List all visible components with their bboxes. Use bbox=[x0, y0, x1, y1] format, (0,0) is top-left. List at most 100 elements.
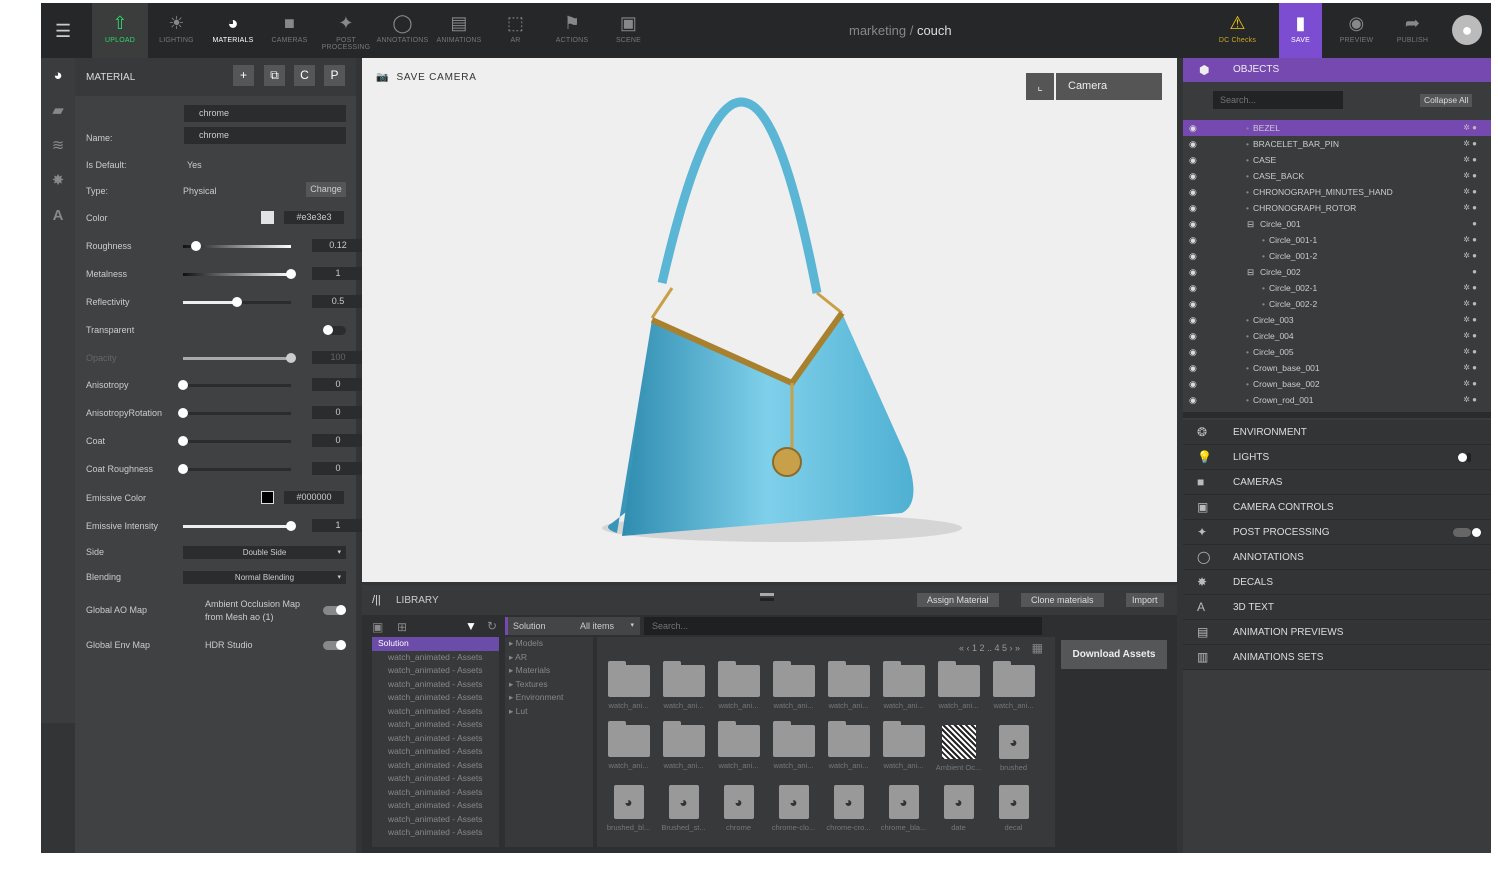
tree-item[interactable]: watch_animated - Assets bbox=[372, 691, 499, 705]
eye-icon[interactable]: ◉ bbox=[1189, 376, 1197, 392]
eye-icon[interactable]: ◉ bbox=[1189, 328, 1197, 344]
section-animations-sets[interactable]: ▥ ANIMATIONS SETS bbox=[1183, 645, 1491, 670]
reflectivity-slider[interactable] bbox=[183, 297, 291, 307]
slider-knob[interactable] bbox=[286, 269, 296, 279]
object-actions-icon[interactable]: ✲ ● bbox=[1463, 248, 1477, 264]
asset-item[interactable]: ◕ chrome bbox=[711, 785, 766, 832]
tool-lighting[interactable]: ☀ LIGHTING bbox=[149, 3, 205, 58]
tool-cameras[interactable]: ■ CAMERAS bbox=[262, 3, 318, 58]
object-actions-icon[interactable]: ✲ ● bbox=[1463, 168, 1477, 184]
menu-icon[interactable]: ☰ bbox=[55, 21, 71, 42]
tool-publish[interactable]: ➦ PUBLISH bbox=[1391, 3, 1434, 58]
assign-material-button[interactable]: Assign Material bbox=[917, 593, 999, 607]
object-row[interactable]: ◉ Circle_001-1 • ✲ ● bbox=[1183, 232, 1491, 248]
eye-icon[interactable]: ◉ bbox=[1189, 264, 1197, 280]
refresh-icon[interactable]: ↻ bbox=[487, 619, 497, 633]
category-textures[interactable]: ▸ Textures bbox=[505, 678, 593, 692]
paste-material-button[interactable]: P bbox=[324, 65, 345, 86]
panel-resize-handle[interactable] bbox=[760, 593, 774, 601]
object-actions-icon[interactable]: ✲ ● bbox=[1463, 184, 1477, 200]
object-row[interactable]: ◉ Crown_rod_001 • ✲ ● bbox=[1183, 392, 1491, 408]
side-select[interactable]: Double Side bbox=[183, 546, 346, 559]
reflectivity-value[interactable]: 0.5 bbox=[312, 295, 364, 308]
object-row[interactable]: ◉ Circle_003 • ✲ ● bbox=[1183, 312, 1491, 328]
object-row[interactable]: ◉ Crown_base_001 • ✲ ● bbox=[1183, 360, 1491, 376]
tree-item[interactable]: watch_animated - Assets bbox=[372, 745, 499, 759]
object-actions-icon[interactable]: ✲ ● bbox=[1463, 232, 1477, 248]
asset-item[interactable]: watch_ani... bbox=[986, 661, 1041, 710]
slider-knob[interactable] bbox=[178, 436, 188, 446]
slider-knob[interactable] bbox=[178, 380, 188, 390]
lights-toggle[interactable] bbox=[1467, 453, 1471, 462]
tool-upload[interactable]: ⇧ UPLOAD bbox=[92, 3, 148, 58]
filter-items-select[interactable]: All items bbox=[580, 617, 614, 635]
folder-icon[interactable]: ▰ bbox=[41, 93, 75, 128]
asset-item[interactable]: ◕ chrome-clo... bbox=[766, 785, 821, 832]
object-row[interactable]: ◉ CHRONOGRAPH_MINUTES_HAND • ✲ ● bbox=[1183, 184, 1491, 200]
new-folder-icon[interactable]: ▣ bbox=[372, 620, 383, 634]
coat roughness-value[interactable]: 0 bbox=[312, 462, 364, 475]
object-actions-icon[interactable]: ✲ ● bbox=[1463, 360, 1477, 376]
object-row[interactable]: ◉ Circle_002-2 • ✲ ● bbox=[1183, 296, 1491, 312]
category-materials[interactable]: ▸ Materials bbox=[505, 664, 593, 678]
eye-icon[interactable]: ◉ bbox=[1189, 152, 1197, 168]
import-button[interactable]: Import bbox=[1126, 593, 1164, 607]
coat-value[interactable]: 0 bbox=[312, 434, 364, 447]
object-row[interactable]: ◉ Circle_004 • ✲ ● bbox=[1183, 328, 1491, 344]
object-actions-icon[interactable]: ✲ ● bbox=[1463, 344, 1477, 360]
layers-icon[interactable]: ≋ bbox=[41, 128, 75, 163]
asset-item[interactable]: watch_ani... bbox=[601, 661, 656, 710]
eye-icon[interactable]: ◉ bbox=[1189, 120, 1197, 136]
object-row[interactable]: ◉ Circle_001-2 • ✲ ● bbox=[1183, 248, 1491, 264]
object-actions-icon[interactable]: ✲ ● bbox=[1463, 280, 1477, 296]
emissive-color-input[interactable]: #000000 bbox=[284, 491, 344, 504]
asset-item[interactable]: ◕ chrome_bla... bbox=[876, 785, 931, 832]
tree-item[interactable]: watch_animated - Assets bbox=[372, 759, 499, 773]
eye-icon[interactable]: ◉ bbox=[1189, 360, 1197, 376]
anisotropy-slider[interactable] bbox=[178, 380, 291, 390]
color-hex-input[interactable]: #e3e3e3 bbox=[284, 211, 344, 224]
object-row[interactable]: ◉ Circle_002 ⊟ ● bbox=[1183, 264, 1491, 280]
tree-item-solution[interactable]: Solution bbox=[372, 637, 499, 651]
tree-item[interactable]: watch_animated - Assets bbox=[372, 732, 499, 746]
metalness-slider[interactable] bbox=[183, 269, 296, 279]
tool-post-processing[interactable]: ✦ POST PROCESSING bbox=[318, 3, 374, 58]
slider-knob[interactable] bbox=[178, 408, 188, 418]
emissive-intensity-value[interactable]: 1 bbox=[312, 519, 364, 532]
category-ar[interactable]: ▸ AR bbox=[505, 651, 593, 665]
eye-icon[interactable]: ◉ bbox=[1189, 136, 1197, 152]
category-lut[interactable]: ▸ Lut bbox=[505, 705, 593, 719]
object-row[interactable]: ◉ CASE • ✲ ● bbox=[1183, 152, 1491, 168]
download-assets-button[interactable]: Download Assets bbox=[1061, 640, 1167, 669]
metalness-value[interactable]: 1 bbox=[312, 267, 364, 280]
object-row[interactable]: ◉ BRACELET_BAR_PIN • ✲ ● bbox=[1183, 136, 1491, 152]
object-actions-icon[interactable]: ● bbox=[1472, 264, 1477, 280]
anisotropyrotation-slider[interactable] bbox=[178, 408, 291, 418]
object-actions-icon[interactable]: ✲ ● bbox=[1463, 312, 1477, 328]
tree-item[interactable]: watch_animated - Assets bbox=[372, 651, 499, 665]
object-actions-icon[interactable]: ● bbox=[1472, 216, 1477, 232]
transparent-toggle[interactable] bbox=[323, 325, 346, 335]
tool-save[interactable]: ▮ SAVE bbox=[1279, 3, 1322, 58]
asset-item[interactable]: watch_ani... bbox=[876, 661, 931, 710]
library-filter[interactable]: Solution All items ▾ bbox=[505, 617, 640, 635]
asset-item[interactable]: watch_ani... bbox=[711, 661, 766, 710]
object-row[interactable]: ◉ Crown_base_002 • ✲ ● bbox=[1183, 376, 1491, 392]
add-material-button[interactable]: + bbox=[233, 65, 254, 86]
category-environment[interactable]: ▸ Environment bbox=[505, 691, 593, 705]
opacity-slider[interactable] bbox=[183, 353, 296, 363]
duplicate-material-button[interactable]: ⧉ bbox=[264, 65, 285, 86]
section-animation-previews[interactable]: ▤ ANIMATION PREVIEWS bbox=[1183, 620, 1491, 645]
eye-icon[interactable]: ◉ bbox=[1189, 344, 1197, 360]
asset-item[interactable]: watch_ani... bbox=[821, 721, 876, 770]
asset-item[interactable]: watch_ani... bbox=[766, 721, 821, 770]
section-environment[interactable]: ❂ ENVIRONMENT bbox=[1183, 420, 1491, 445]
tree-item[interactable]: watch_animated - Assets bbox=[372, 813, 499, 827]
category-models[interactable]: ▸ Models bbox=[505, 637, 593, 651]
clone-materials-button[interactable]: Clone materials bbox=[1021, 593, 1104, 607]
grid-view-icon[interactable]: ▦ bbox=[1032, 641, 1043, 655]
coat roughness-slider[interactable] bbox=[178, 464, 291, 474]
copy-material-button[interactable]: C bbox=[294, 65, 315, 86]
section-post-processing[interactable]: ✦ POST PROCESSING bbox=[1183, 520, 1491, 545]
tool-preview[interactable]: ◉ PREVIEW bbox=[1335, 3, 1378, 58]
